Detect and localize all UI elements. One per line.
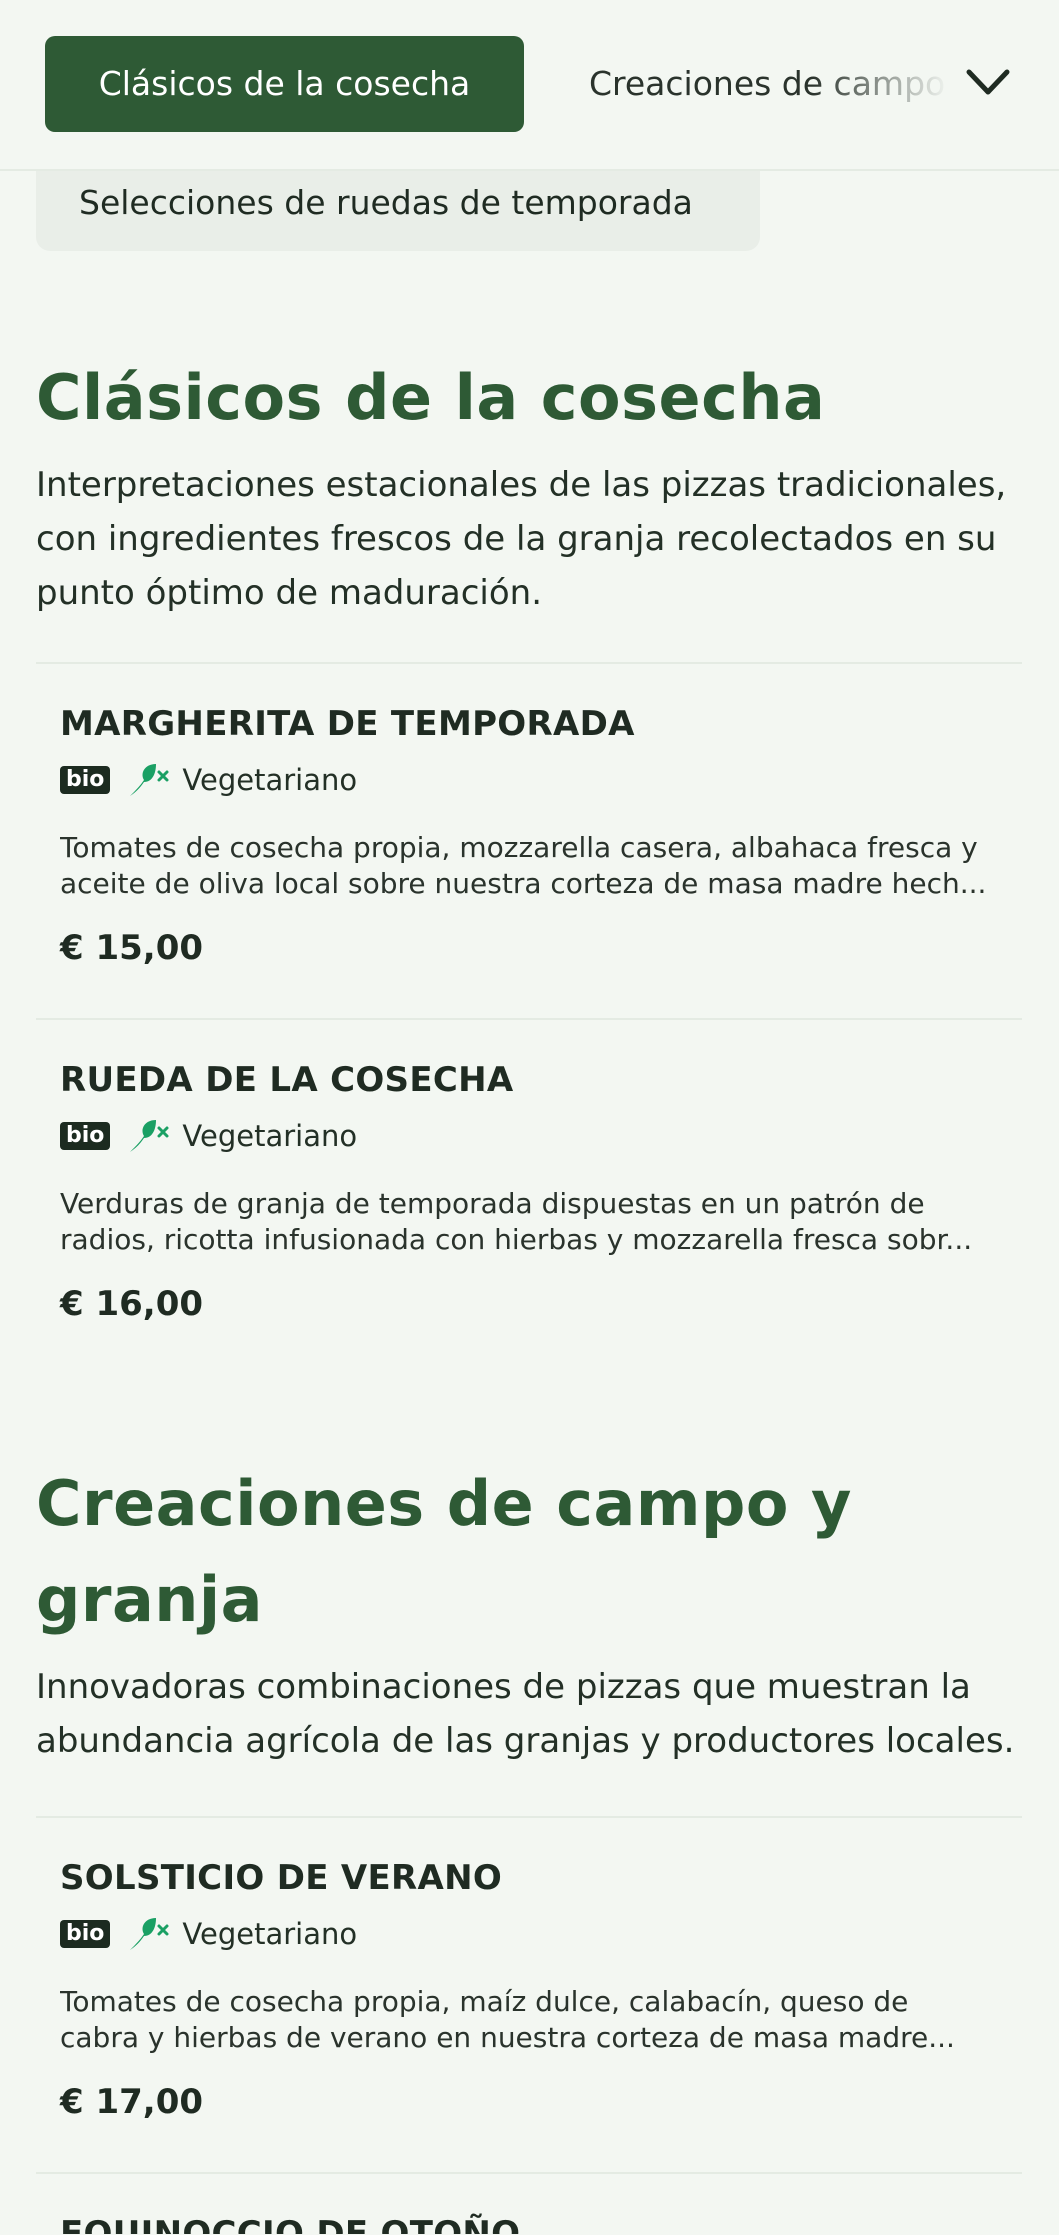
menu-item[interactable]: EQUINOCCIO DE OTOÑO [36,2174,1022,2234]
item-tags: bio Vegetariano [60,760,998,800]
item-description-line: Verduras de granja de temporada dispuest… [60,1187,925,1220]
bio-badge: bio [60,1920,111,1948]
section-clasicos-items: MARGHERITA DE TEMPORADA bio Vegetariano … [36,662,1022,1374]
item-description: Tomates de cosecha propia, mozzarella ca… [60,830,1000,902]
item-name: EQUINOCCIO DE OTOÑO [60,2214,521,2234]
item-price: € 16,00 [60,1284,204,1324]
vegetarian-label: Vegetariano [182,763,358,797]
chevron-down-icon[interactable] [963,60,1013,106]
leaf-no-meat-icon [130,1918,169,1950]
category-nav: Clásicos de la cosecha Creaciones de cam… [0,0,1059,171]
menu-item[interactable]: SOLSTICIO DE VERANO bio Vegetariano Toma… [36,1818,1022,2172]
subcategory-chip[interactable]: Selecciones de ruedas de temporada [36,160,760,251]
item-description-line: Tomates de cosecha propia, mozzarella ca… [60,831,978,864]
item-name: MARGHERITA DE TEMPORADA [60,704,635,744]
section-clasicos: Clásicos de la cosecha Interpretaciones … [36,350,1022,620]
bio-badge: bio [60,766,111,794]
item-description-line: cabra y hierbas de verano en nuestra cor… [60,2021,955,2054]
section-description: Interpretaciones estacionales de las piz… [36,465,1007,613]
item-name: RUEDA DE LA COSECHA [60,1060,514,1100]
section-title-line: Creaciones de campo y [36,1467,852,1540]
menu-item[interactable]: MARGHERITA DE TEMPORADA bio Vegetariano … [36,664,1022,1018]
item-tags: bio Vegetariano [60,1914,998,1954]
item-price: € 17,00 [60,2082,204,2122]
section-title-line: granja [36,1563,264,1636]
section-description: Innovadoras combinaciones de pizzas que … [36,1667,1015,1761]
leaf-no-meat-icon [130,1120,169,1152]
item-description-line: radios, ricotta infusionada con hierbas … [60,1223,973,1256]
item-name: SOLSTICIO DE VERANO [60,1858,503,1898]
section-creaciones-items: SOLSTICIO DE VERANO bio Vegetariano Toma… [36,1816,1022,2234]
tab-clasicos-de-la-cosecha[interactable]: Clásicos de la cosecha [45,36,524,132]
section-creaciones: Creaciones de campo y granja Innovadoras… [36,1456,1022,1768]
item-description-line: Tomates de cosecha propia, maíz dulce, c… [60,1985,909,2018]
section-title: Clásicos de la cosecha [36,361,826,434]
tab-creaciones-de-campo-y-granja[interactable]: Creaciones de campo y granja [589,36,949,132]
bio-badge: bio [60,1122,111,1150]
item-description-line: aceite de oliva local sobre nuestra cort… [60,867,987,900]
vegetarian-label: Vegetariano [182,1119,358,1153]
item-description: Tomates de cosecha propia, maíz dulce, c… [60,1984,1000,2056]
item-price: € 15,00 [60,928,204,968]
leaf-no-meat-icon [130,764,169,796]
vegetarian-label: Vegetariano [182,1917,358,1951]
item-tags: bio Vegetariano [60,1116,998,1156]
section-title: Creaciones de campo y granja [36,1456,1022,1648]
item-description: Verduras de granja de temporada dispuest… [60,1186,1000,1258]
menu-item[interactable]: RUEDA DE LA COSECHA bio Vegetariano Verd… [36,1020,1022,1374]
